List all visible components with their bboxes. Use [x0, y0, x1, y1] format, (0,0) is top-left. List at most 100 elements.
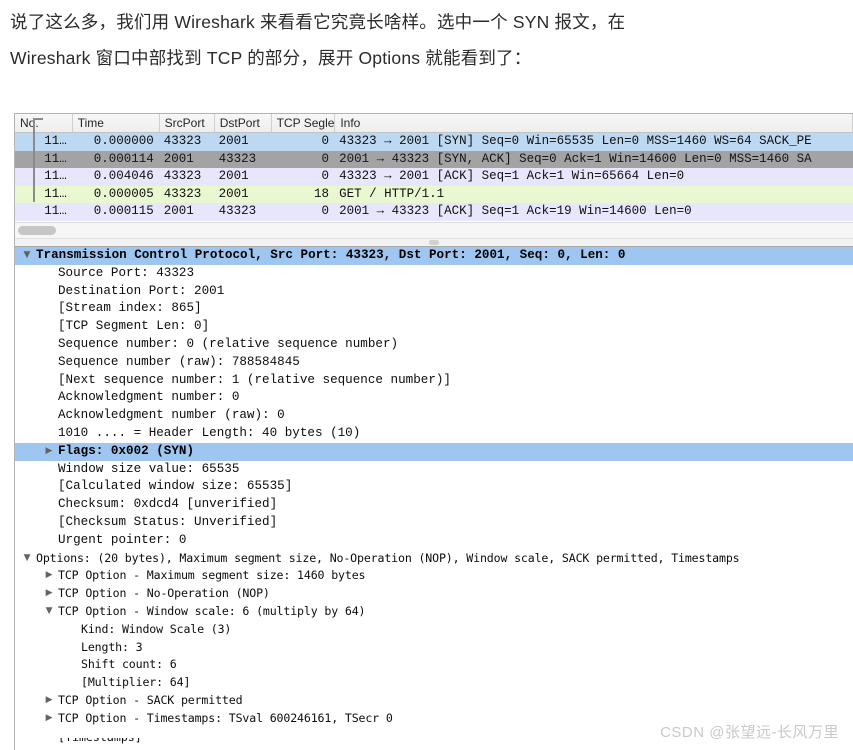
- protocol-tree-row-label: TCP Option - Timestamps: TSval 600246161…: [58, 710, 393, 725]
- protocol-tree-row-label: Kind: Window Scale (3): [81, 621, 232, 636]
- packet-cell-no: 11…: [44, 186, 67, 201]
- protocol-tree-row[interactable]: ▼ Transmission Control Protocol, Src Port…: [15, 247, 853, 265]
- packet-list-header: No. Time SrcPort DstPort TCP Seglen Info: [15, 114, 853, 133]
- packet-cell-seglen: 0: [321, 169, 330, 183]
- protocol-tree-row[interactable]: 1010 .... = Header Length: 40 bytes (10): [15, 425, 853, 443]
- packet-list-row[interactable]: 11… 0.004046 43323 2001 0 43323 → 2001 [ACK] …: [15, 168, 853, 186]
- splitter-grip-handle[interactable]: [429, 240, 439, 245]
- chevron-right-icon[interactable]: ▶: [42, 585, 56, 603]
- packet-list-row[interactable]: 11… 0.000000 43323 2001 0 43323 → 2001 [SYN] …: [15, 133, 853, 151]
- packet-cell-info: 2001 → 43323 [ACK] Seq=1 Ack=19 Win=1460…: [339, 204, 692, 218]
- protocol-tree-row-label: TCP Option - Maximum segment size: 1460 …: [58, 568, 366, 583]
- protocol-tree-row[interactable]: Destination Port: 2001: [15, 283, 853, 301]
- packet-list-horizontal-scrollbar[interactable]: [15, 222, 853, 238]
- protocol-tree-row[interactable]: Kind: Window Scale (3): [15, 621, 853, 639]
- protocol-tree-row-label: Urgent pointer: 0: [58, 532, 187, 547]
- packet-cell-info: GET / HTTP/1.1: [339, 186, 445, 201]
- packet-list-row[interactable]: 11… 0.000114 2001 43323 0 2001 → 43323 [SYN, …: [15, 150, 853, 168]
- column-header-time[interactable]: Time: [73, 114, 160, 132]
- packet-cell-no: 11…: [44, 134, 67, 148]
- protocol-tree-row[interactable]: Sequence number (raw): 788584845: [15, 354, 853, 372]
- chevron-down-icon[interactable]: ▼: [20, 550, 34, 568]
- protocol-tree-row-label: Shift count: 6: [81, 657, 177, 672]
- protocol-tree-row[interactable]: Source Port: 43323: [15, 265, 853, 283]
- protocol-tree-row[interactable]: Checksum: 0xdcd4 [unverified]: [15, 496, 853, 514]
- protocol-tree-row-label: [Multiplier: 64]: [81, 675, 191, 690]
- packet-cell-time: 0.000000: [93, 134, 154, 148]
- column-header-srcport[interactable]: SrcPort: [160, 114, 215, 132]
- packet-cell-seglen: 0: [321, 134, 330, 148]
- column-header-info[interactable]: Info: [335, 114, 853, 132]
- packet-cell-dstport: 2001: [218, 134, 249, 148]
- chevron-down-icon[interactable]: ▼: [42, 603, 56, 621]
- packet-cell-no: 11…: [44, 204, 67, 218]
- chevron-right-icon[interactable]: ▶: [42, 443, 56, 461]
- packet-list-pane[interactable]: No. Time SrcPort DstPort TCP Seglen Info…: [15, 114, 853, 222]
- protocol-tree-row[interactable]: [TCP Segment Len: 0]: [15, 318, 853, 336]
- packet-cell-info: 43323 → 2001 [ACK] Seq=1 Ack=1 Win=65664…: [339, 169, 685, 183]
- protocol-tree-row[interactable]: [Multiplier: 64]: [15, 674, 853, 692]
- chevron-right-icon[interactable]: ▶: [42, 692, 56, 710]
- packet-list-row[interactable]: 11… 0.000115 2001 43323 0 2001 → 43323 [ACK] …: [15, 203, 853, 221]
- pane-splitter[interactable]: [15, 238, 853, 247]
- column-header-no[interactable]: No.: [15, 114, 73, 132]
- protocol-tree-row[interactable]: Length: 3: [15, 639, 853, 657]
- packet-cell-time: 0.004046: [93, 169, 154, 183]
- packet-cell-seglen: 18: [314, 186, 330, 201]
- protocol-tree-row[interactable]: Window size value: 65535: [15, 461, 853, 479]
- packet-detail-pane[interactable]: ▼ Transmission Control Protocol, Src Port…: [15, 247, 853, 747]
- protocol-tree-row[interactable]: Urgent pointer: 0: [15, 532, 853, 550]
- protocol-tree-row-label: Destination Port: 2001: [58, 283, 225, 298]
- column-header-dstport[interactable]: DstPort: [215, 114, 272, 132]
- protocol-tree-row[interactable]: ▼ TCP Option - Window scale: 6 (multiply …: [15, 603, 853, 621]
- protocol-tree-row[interactable]: [Checksum Status: Unverified]: [15, 514, 853, 532]
- chevron-right-icon[interactable]: ▶: [42, 710, 56, 728]
- protocol-tree-row[interactable]: [Calculated window size: 65535]: [15, 478, 853, 496]
- column-header-tcp-seglen[interactable]: TCP Seglen: [272, 114, 336, 132]
- protocol-tree-row-label: Sequence number: 0 (relative sequence nu…: [58, 336, 399, 351]
- protocol-tree-row[interactable]: Shift count: 6: [15, 656, 853, 674]
- article-text: 说了这么多，我们用 Wireshark 来看看它究竟长啥样。选中一个 SYN 报…: [10, 4, 848, 76]
- protocol-tree-row[interactable]: ▶ TCP Option - Maximum segment size: 1460…: [15, 567, 853, 585]
- protocol-tree-row-label: TCP Option - Window scale: 6 (multiply b…: [58, 603, 366, 618]
- protocol-tree-row[interactable]: Acknowledgment number (raw): 0: [15, 407, 853, 425]
- protocol-tree-row-label: [Checksum Status: Unverified]: [58, 514, 278, 529]
- packet-list-row[interactable]: 11… 0.000005 43323 2001 18 GET / HTTP/1.1: [15, 185, 853, 203]
- protocol-tree-row[interactable]: [Next sequence number: 1 (relative seque…: [15, 372, 853, 390]
- wireshark-window: No. Time SrcPort DstPort TCP Seglen Info…: [14, 113, 853, 750]
- protocol-tree: ▼ Transmission Control Protocol, Src Port…: [15, 247, 853, 728]
- article-line-1: 说了这么多，我们用 Wireshark 来看看它究竟长啥样。选中一个 SYN 报…: [10, 12, 626, 32]
- packet-cell-dstport: 43323: [218, 151, 257, 166]
- protocol-tree-row-label: [Calculated window size: 65535]: [58, 479, 293, 494]
- chevron-down-icon[interactable]: ▼: [20, 247, 34, 265]
- protocol-tree-row[interactable]: ▶ TCP Option - No-Operation (NOP): [15, 585, 853, 603]
- packet-cell-dstport: 43323: [218, 204, 257, 218]
- protocol-tree-row[interactable]: ▼ Options: (20 bytes), Maximum segment si…: [15, 550, 853, 568]
- chevron-right-icon[interactable]: ▶: [42, 567, 56, 585]
- protocol-tree-row[interactable]: Acknowledgment number: 0: [15, 389, 853, 407]
- protocol-tree-row-label: [Stream index: 865]: [58, 301, 202, 316]
- protocol-tree-row[interactable]: Sequence number: 0 (relative sequence nu…: [15, 336, 853, 354]
- scrollbar-thumb[interactable]: [18, 226, 56, 235]
- protocol-tree-row[interactable]: ▶ TCP Option - SACK permitted: [15, 692, 853, 710]
- packet-cell-seglen: 0: [321, 151, 330, 166]
- packet-cell-no: 11…: [44, 151, 67, 166]
- packet-cell-info: 43323 → 2001 [SYN] Seq=0 Win=65535 Len=0…: [339, 134, 812, 148]
- packet-cell-time: 0.000005: [93, 186, 154, 201]
- protocol-tree-row[interactable]: ▶ Flags: 0x002 (SYN): [15, 442, 853, 461]
- protocol-tree-row-label: TCP Option - SACK permitted: [58, 692, 243, 707]
- packet-cell-no: 11…: [44, 169, 67, 183]
- protocol-tree-row[interactable]: [Stream index: 865]: [15, 300, 853, 318]
- packet-cell-srcport: 43323: [163, 186, 202, 201]
- packet-cell-time: 0.000115: [93, 204, 154, 218]
